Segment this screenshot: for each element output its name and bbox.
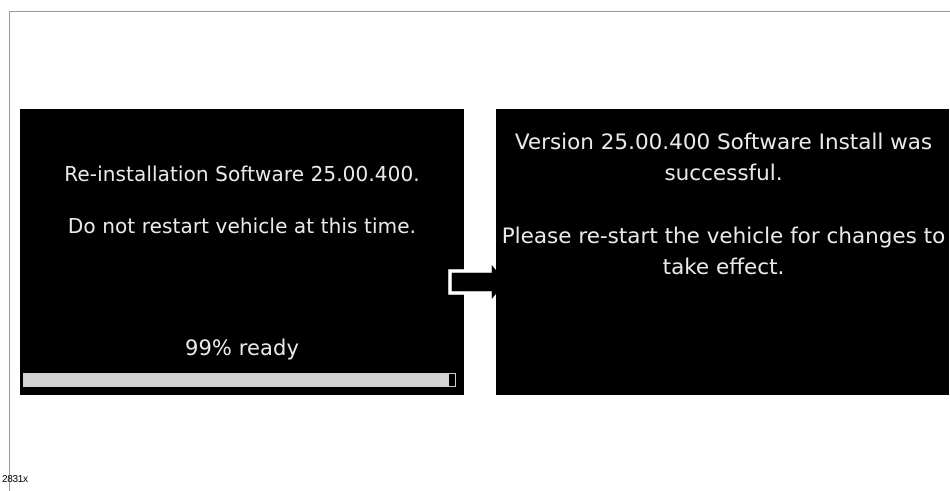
success-message: Version 25.00.400 Software Install was s… — [514, 130, 933, 186]
progress-bar — [23, 373, 456, 387]
progress-label: 99% ready — [185, 336, 299, 360]
reinstall-title: Re-installation Software 25.00.400. — [64, 162, 420, 186]
figure-id: 2831x — [2, 474, 28, 485]
restart-instruction: Please re-start the vehicle for changes … — [501, 224, 946, 280]
restart-warning: Do not restart vehicle at this time. — [67, 214, 417, 238]
progress-bar-fill — [24, 374, 449, 386]
install-progress-screen: Re-installation Software 25.00.400. Do n… — [20, 109, 464, 395]
install-success-screen: Version 25.00.400 Software Install was s… — [496, 109, 949, 395]
